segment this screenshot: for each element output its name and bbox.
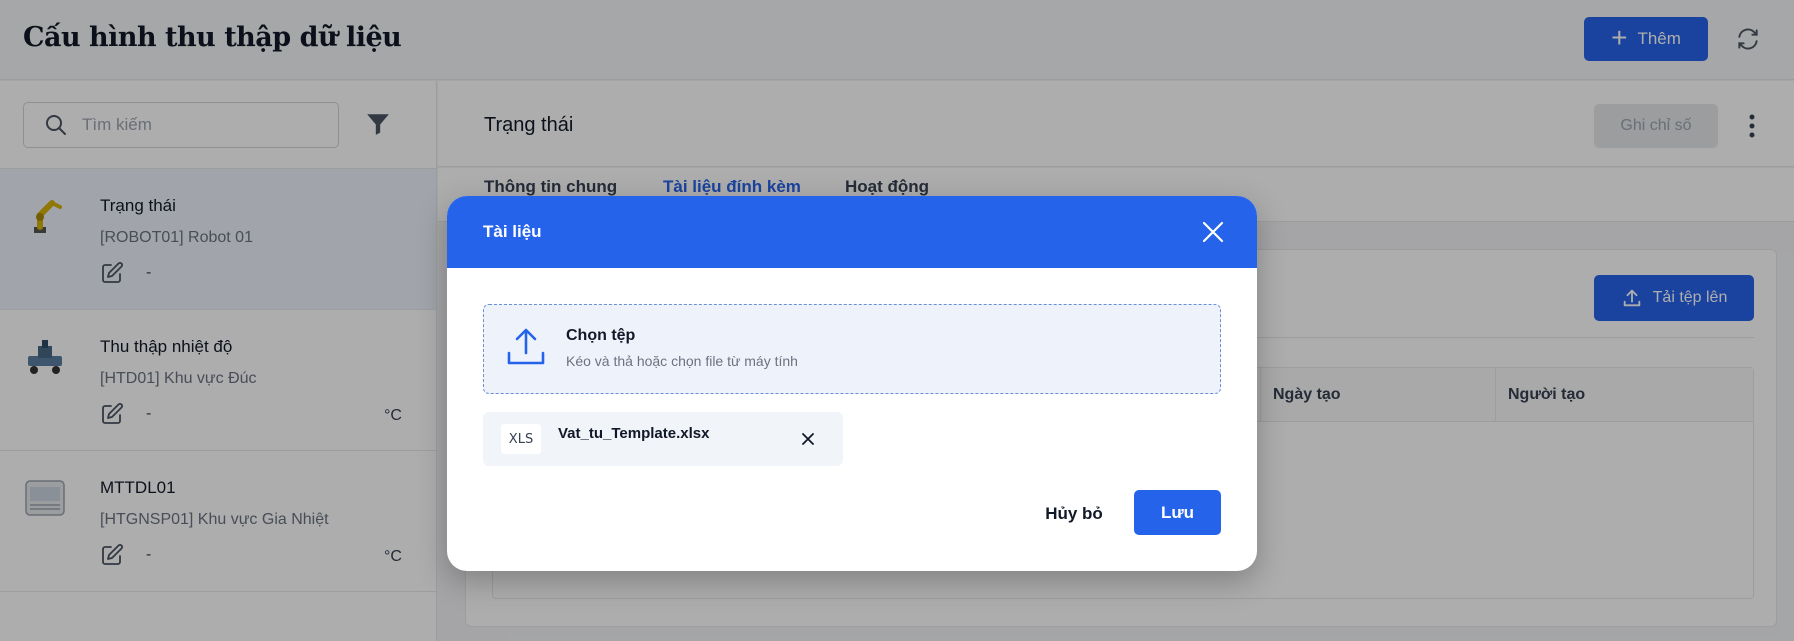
app-root: Cấu hình thu thập dữ liệu + Thêm Tìm kiế… bbox=[0, 0, 1794, 641]
selected-file: XLS Vat_tu_Template.xlsx bbox=[483, 412, 843, 466]
documents-modal: Tài liệu Chọn tệp Kéo và thả hoặc chọn f… bbox=[447, 196, 1257, 571]
close-icon[interactable] bbox=[1202, 221, 1224, 243]
remove-file-icon[interactable] bbox=[801, 432, 815, 446]
dropzone-subtitle: Kéo và thả hoặc chọn file từ máy tính bbox=[566, 353, 798, 369]
save-button[interactable]: Lưu bbox=[1134, 490, 1221, 535]
modal-header: Tài liệu bbox=[447, 196, 1257, 268]
dropzone-title: Chọn tệp bbox=[566, 327, 636, 344]
cancel-button[interactable]: Hủy bỏ bbox=[1029, 492, 1119, 536]
file-type-badge: XLS bbox=[501, 424, 541, 454]
file-name: Vat_tu_Template.xlsx bbox=[558, 425, 710, 442]
file-dropzone[interactable]: Chọn tệp Kéo và thả hoặc chọn file từ má… bbox=[483, 304, 1221, 394]
modal-title: Tài liệu bbox=[483, 222, 542, 241]
upload-icon bbox=[507, 328, 545, 365]
